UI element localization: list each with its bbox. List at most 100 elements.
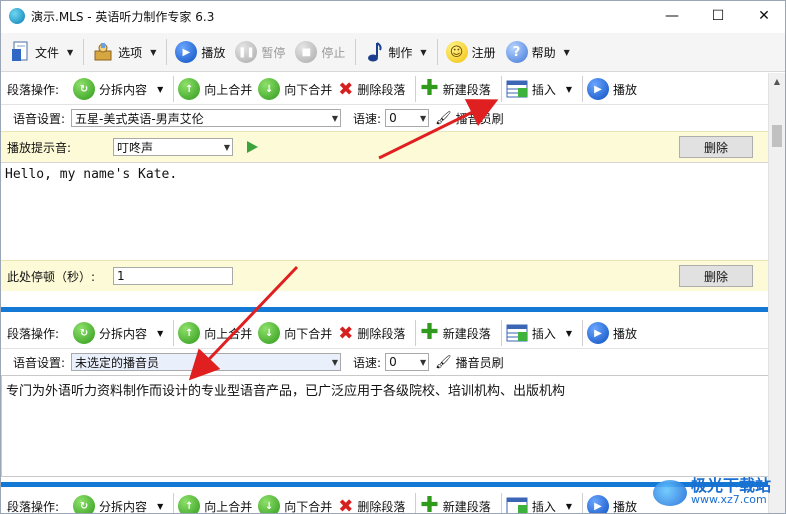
broadcaster-brush-button[interactable]: 🖌 播音员刷	[435, 104, 504, 132]
stop-icon: ■	[295, 41, 318, 63]
split-content-button[interactable]: ↻ 分拆内容 ▼	[73, 75, 163, 103]
merge-up-button[interactable]: ↑ 向上合并	[178, 319, 252, 347]
file-menu-button[interactable]: 文件 ▼	[7, 37, 77, 67]
segment-toolbar: 段落操作: ↻ 分拆内容 ▼ ↑ 向上合并 ↓ 向下合并 ✖ 删除段落 ✚ 新建…	[1, 318, 771, 348]
segment-panel-1: 段落操作: ↻ 分拆内容 ▼ ↑ 向上合并 ↓ 向下合并 ✖ 删除段落 ✚ 新建…	[1, 74, 771, 291]
voice-settings-row: 语音设置: 未选定的播音员 ▼ 语速: 0 ▼ 🖌 播音员刷	[1, 348, 771, 375]
delete-pause-button[interactable]: 删除	[679, 265, 753, 287]
pause-icon: ❚❚	[235, 41, 258, 63]
voice-select[interactable]: 五星-美式英语-男声艾伦 ▼	[71, 109, 342, 127]
pause-button[interactable]: ❚❚ 暂停	[231, 37, 289, 67]
prompt-sound-value: 叮咚声	[117, 140, 154, 155]
play-icon: ▶	[586, 495, 609, 513]
insert-label: 插入	[531, 82, 556, 97]
merge-down-label: 向下合并	[284, 326, 333, 341]
voice-settings-label: 语音设置:	[13, 355, 66, 370]
preview-play-icon[interactable]	[247, 141, 258, 153]
segment-play-button[interactable]: ▶ 播放	[586, 319, 637, 347]
speed-select[interactable]: 0 ▼	[385, 109, 430, 127]
toolbar-separator	[581, 493, 583, 513]
speed-value: 0	[389, 355, 397, 369]
new-segment-button[interactable]: ✚ 新建段落	[420, 319, 490, 347]
split-content-button[interactable]: ↻ 分拆内容 ▼	[73, 492, 164, 514]
speed-select[interactable]: 0 ▼	[385, 353, 430, 371]
maximize-button[interactable]: ☐	[695, 1, 741, 31]
file-label: 文件	[35, 45, 60, 60]
split-label: 分拆内容	[99, 326, 148, 341]
vertical-scrollbar[interactable]: ▲	[768, 73, 785, 513]
insert-label: 插入	[531, 326, 556, 341]
play-icon: ▶	[586, 322, 609, 344]
new-segment-button[interactable]: ✚ 新建段落	[420, 75, 490, 103]
merge-down-button[interactable]: ↓ 向下合并	[258, 75, 332, 103]
broadcaster-brush-button[interactable]: 🖌 播音员刷	[435, 348, 504, 376]
red-x-icon: ✖	[338, 322, 354, 344]
plus-icon: ✚	[420, 493, 439, 514]
new-segment-button[interactable]: ✚ 新建段落	[420, 492, 490, 514]
delete-segment-button[interactable]: ✖ 删除段落	[338, 75, 405, 103]
merge-down-button[interactable]: ↓ 向下合并	[258, 319, 332, 347]
insert-table-icon	[506, 80, 528, 98]
new-segment-label: 新建段落	[442, 499, 491, 514]
smiley-icon: ☺	[445, 41, 468, 63]
merge-up-button[interactable]: ↑ 向上合并	[178, 75, 252, 103]
voice-select-value: 五星-美式英语-男声艾伦	[75, 111, 204, 126]
merge-down-button[interactable]: ↓ 向下合并	[258, 492, 332, 513]
arrow-up-icon: ↑	[178, 322, 201, 344]
make-label: 制作	[388, 45, 413, 60]
watermark-logo	[652, 480, 687, 506]
red-x-icon: ✖	[338, 495, 354, 514]
delete-prompt-button[interactable]: 删除	[679, 136, 753, 158]
toolbar-separator	[415, 76, 417, 102]
segment-ops-label: 段落操作:	[7, 326, 60, 341]
segment-toolbar: 段落操作: ↻ 分拆内容 ▼ ↑ 向上合并 ↓ 向下合并 ✖ 删除段落 ✚ 新建…	[1, 74, 771, 104]
merge-up-label: 向上合并	[204, 499, 253, 514]
segment-text-area[interactable]: 专门为外语听力资料制作而设计的专业型语音产品，已广泛应用于各级院校、培训机构、出…	[1, 375, 771, 477]
new-segment-label: 新建段落	[442, 326, 491, 341]
scrollbar-thumb[interactable]	[772, 125, 782, 147]
plus-icon: ✚	[420, 320, 439, 345]
merge-up-button[interactable]: ↑ 向上合并	[178, 492, 253, 514]
segment-play-button[interactable]: ▶ 播放	[586, 75, 637, 103]
segment-text-area[interactable]: Hello, my name's Kate.	[1, 162, 771, 260]
make-menu-button[interactable]: 制作 ▼	[360, 37, 430, 67]
pause-input[interactable]: 1	[113, 267, 233, 285]
options-menu-button[interactable]: 选项 ▼	[88, 37, 160, 67]
insert-label: 插入	[531, 499, 556, 514]
minimize-button[interactable]: —	[649, 1, 695, 31]
chevron-down-icon: ▼	[157, 501, 164, 511]
red-x-icon: ✖	[338, 78, 354, 100]
window-title: 演示.MLS - 英语听力制作专家 6.3	[31, 9, 215, 24]
chevron-down-icon: ▼	[150, 47, 157, 57]
chevron-down-icon: ▼	[331, 113, 339, 123]
prompt-sound-select[interactable]: 叮咚声 ▼	[113, 138, 233, 156]
toolbar-separator	[355, 39, 357, 65]
voice-select-value: 未选定的播音员	[75, 355, 160, 370]
chevron-down-icon: ▼	[565, 84, 572, 94]
delete-segment-button[interactable]: ✖ 删除段落	[338, 492, 405, 514]
play-button[interactable]: ▶ 播放	[171, 37, 229, 67]
split-content-button[interactable]: ↻ 分拆内容 ▼	[73, 319, 163, 347]
insert-menu-button[interactable]: 插入 ▼	[506, 492, 572, 514]
insert-menu-button[interactable]: 插入 ▼	[506, 319, 572, 347]
close-button[interactable]: ✕	[741, 1, 785, 31]
voice-select[interactable]: 未选定的播音员 ▼	[71, 353, 342, 371]
pause-label: 暂停	[261, 45, 286, 60]
segment-ops-label: 段落操作:	[7, 499, 60, 514]
scroll-up-icon[interactable]: ▲	[769, 73, 785, 89]
register-button[interactable]: ☺ 注册	[442, 37, 500, 67]
insert-menu-button[interactable]: 插入 ▼	[506, 75, 572, 103]
toolbar-separator	[500, 493, 502, 513]
file-icon	[12, 41, 28, 61]
main-toolbar: 文件 ▼ 选项 ▼ ▶ 播放 ❚❚ 暂停 ■ 停止 制作 ▼ ☺ 注册 ? 帮助…	[1, 33, 785, 72]
help-menu-button[interactable]: ? 帮助 ▼	[502, 37, 574, 67]
help-icon: ?	[505, 41, 528, 63]
segment-play-button[interactable]: ▶ 播放	[586, 492, 637, 513]
delete-segment-button[interactable]: ✖ 删除段落	[338, 319, 405, 347]
merge-down-label: 向下合并	[284, 82, 333, 97]
chevron-down-icon: ▼	[67, 47, 74, 57]
stop-button[interactable]: ■ 停止	[291, 37, 349, 67]
toolbar-separator	[415, 320, 417, 346]
split-label: 分拆内容	[99, 499, 148, 514]
segment-divider	[1, 307, 771, 312]
